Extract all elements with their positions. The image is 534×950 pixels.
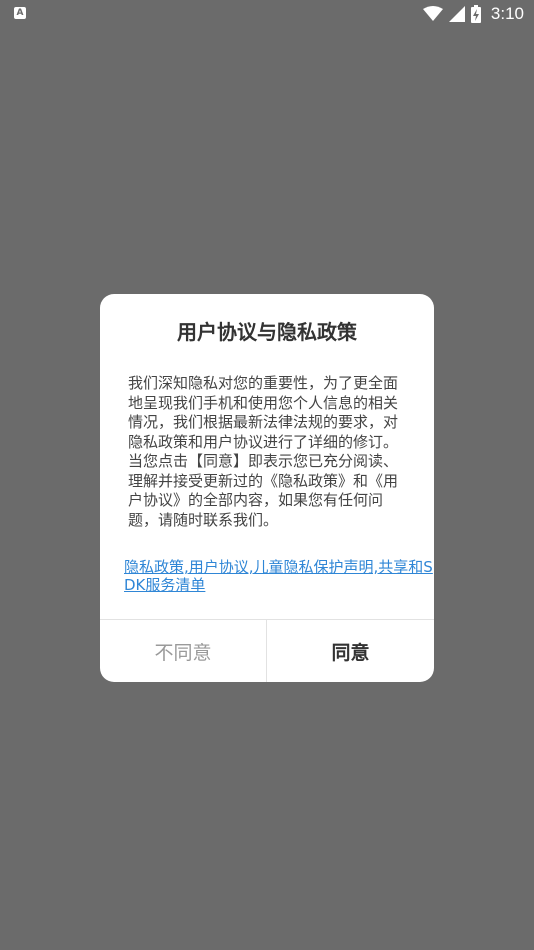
status-bar: A 3:10 <box>0 0 534 28</box>
dialog-body-text: 我们深知隐私对您的重要性，为了更全面地呈现我们手机和使用您个人信息的相关情况，我… <box>128 374 399 529</box>
notification-app-icon: A <box>14 7 26 19</box>
dialog-title: 用户协议与隐私政策 <box>177 320 357 344</box>
policy-links[interactable]: 隐私政策,用户协议,儿童隐私保护声明,共享和SDK服务清单 <box>124 558 434 594</box>
privacy-dialog: 用户协议与隐私政策 我们深知隐私对您的重要性，为了更全面地呈现我们手机和使用您个… <box>100 294 434 682</box>
status-time: 3:10 <box>490 4 524 23</box>
status-icons: 3:10 <box>422 3 524 25</box>
disagree-button[interactable]: 不同意 <box>100 620 266 682</box>
battery-charging-icon <box>470 5 481 23</box>
cell-signal-icon <box>448 6 465 22</box>
wifi-icon <box>422 6 443 21</box>
agree-button[interactable]: 同意 <box>267 620 434 682</box>
